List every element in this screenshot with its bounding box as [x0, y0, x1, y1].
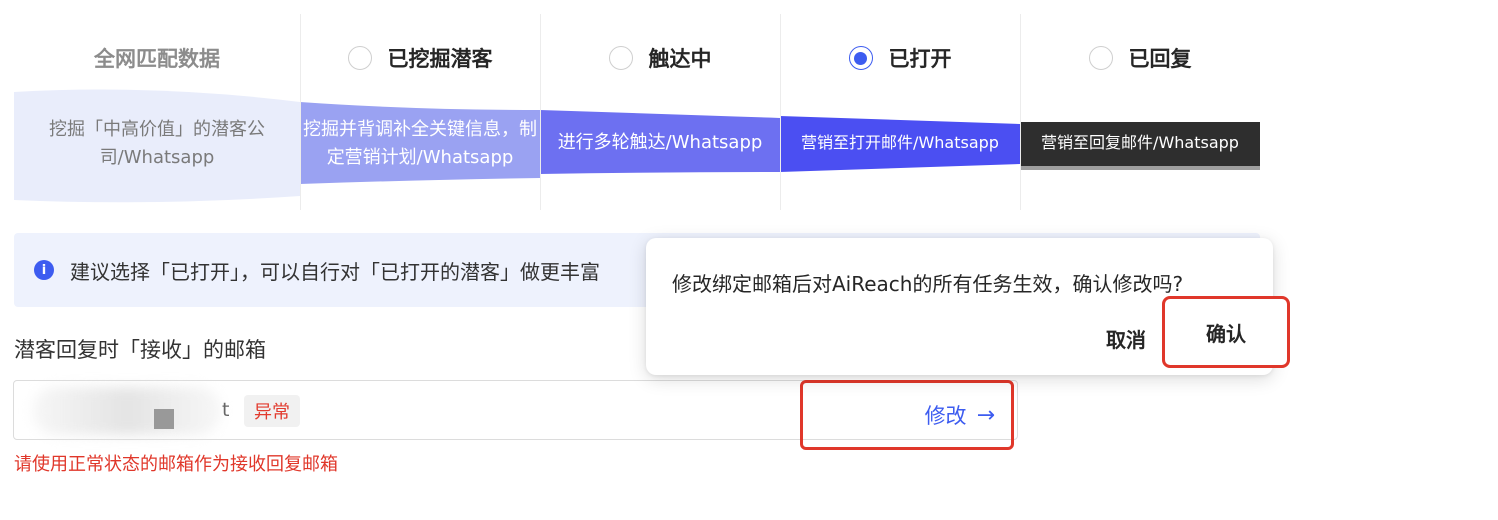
radio-icon[interactable] — [347, 46, 372, 70]
radio-checked-icon[interactable] — [848, 46, 873, 70]
stage-4-description: 营销至打开邮件/Whatsapp — [801, 133, 999, 152]
info-circle-icon: i — [34, 260, 54, 280]
modify-email-label: 修改 — [924, 404, 967, 428]
stage-5-option[interactable]: 已回复 — [1020, 40, 1260, 76]
reply-email-label: 潜客回复时「接收」的邮箱 — [14, 338, 266, 362]
stage-4-option[interactable]: 已打开 — [780, 40, 1020, 76]
funnel-stage-selector: 全网匹配数据 挖掘「中高价值」的潜客公司/Whatsapp 已挖掘潜客 挖掘并背… — [14, 14, 1260, 210]
stage-2-label: 已挖掘潜客 — [387, 47, 493, 71]
radio-icon[interactable] — [1088, 46, 1113, 70]
stage-3-label: 触达中 — [648, 47, 712, 71]
funnel-band-stage-5-shadow — [1020, 166, 1260, 170]
confirm-popover: 修改绑定邮箱后对AiReach的所有任务生效，确认修改吗? 取消 确认 — [646, 238, 1290, 375]
stage-1-description: 挖掘「中高价值」的潜客公司/Whatsapp — [49, 119, 265, 168]
arrow-right-icon: → — [976, 402, 995, 428]
info-banner-text: 建议选择「已打开」，可以自行对「已打开的潜客」做更丰富 — [70, 259, 600, 284]
confirm-button[interactable]: 确认 — [1162, 296, 1290, 368]
stage-5-description: 营销至回复邮件/Whatsapp — [1041, 133, 1239, 152]
reply-email-value: t — [222, 399, 230, 421]
stage-5-label: 已回复 — [1128, 47, 1192, 71]
stage-1-title: 全网匹配数据 — [14, 40, 300, 76]
stage-3-description: 进行多轮触达/Whatsapp — [557, 132, 763, 153]
stage-3-option[interactable]: 触达中 — [540, 40, 780, 76]
reply-email-error: 请使用正常状态的邮箱作为接收回复邮箱 — [14, 454, 338, 475]
confirm-button-label: 确认 — [1206, 321, 1246, 346]
email-status-badge: 异常 — [244, 395, 300, 427]
stage-1-label: 全网匹配数据 — [94, 47, 220, 71]
radio-icon[interactable] — [608, 46, 633, 70]
stage-2-description: 挖掘并背调补全关键信息，制定营销计划/Whatsapp — [303, 119, 537, 168]
redacted-email-blur — [32, 387, 222, 435]
confirm-popover-message: 修改绑定邮箱后对AiReach的所有任务生效，确认修改吗? — [672, 272, 1184, 296]
redacted-email-block — [154, 409, 174, 429]
cancel-button[interactable]: 取消 — [1106, 324, 1146, 353]
stage-2-option[interactable]: 已挖掘潜客 — [300, 40, 540, 76]
stage-4-label: 已打开 — [888, 47, 952, 71]
modify-email-button[interactable]: 修改 → — [800, 380, 1014, 450]
